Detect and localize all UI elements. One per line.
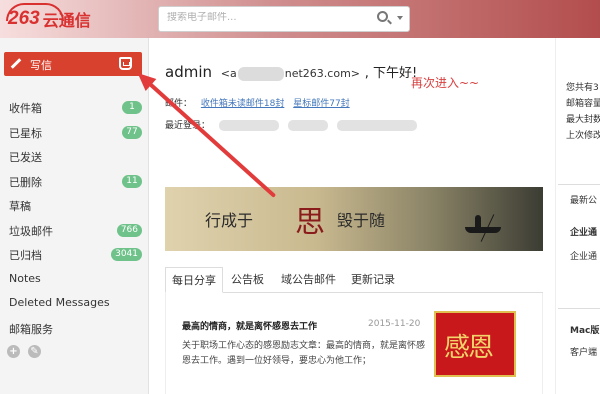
announcement-item[interactable]: 企业通: [570, 225, 597, 238]
sidebar-item-label: Deleted Messages: [9, 296, 110, 309]
sidebar-item-label: 垃圾邮件: [9, 224, 53, 238]
redacted-blur: [287, 120, 328, 131]
starred-mail-link[interactable]: 星标邮件77封: [293, 99, 349, 109]
news-item: 最高的情商，就是离怀感恩去工作 2015-11-20 关于职场工作心态的感恩励志…: [165, 293, 543, 394]
sidebar-item-mail-service[interactable]: 邮箱服务: [0, 317, 148, 342]
announcement-box: 最新公 企业通 企业通: [558, 184, 600, 262]
boatman-icon: [475, 215, 481, 227]
tab-domain-announcement[interactable]: 域公告邮件: [275, 267, 342, 293]
right-panel: 您共有3 邮箱容量 最大封数 上次修改 最新公 企业通 企业通 Mac版 客户端: [555, 38, 600, 394]
mail-summary: 邮件： 收件箱未读邮件18封 星标邮件77封: [165, 96, 350, 109]
tab-bar: 每日分享 公告板 域公告邮件 更新记录: [165, 267, 543, 293]
announcement-title: 最新公: [570, 196, 598, 206]
client-box: Mac版 客户端: [558, 308, 600, 394]
count-badge: 3041: [111, 248, 142, 261]
banner-image[interactable]: 行成于 思 毁于随: [165, 187, 543, 251]
count-badge: 77: [122, 125, 142, 139]
logo-cloud-icon: [6, 3, 64, 21]
news-title[interactable]: 最高的情商，就是离怀感恩去工作: [182, 319, 317, 332]
sidebar-item-deleted-messages[interactable]: Deleted Messages: [0, 292, 148, 317]
search-box[interactable]: [158, 6, 410, 32]
sidebar-item-label: 草稿: [9, 200, 31, 213]
count-badge: 11: [122, 174, 142, 188]
sidebar-item-drafts[interactable]: 草稿: [0, 194, 148, 219]
add-icon[interactable]: +: [7, 345, 20, 358]
boat-icon: [465, 227, 501, 233]
tab-update-log[interactable]: 更新记录: [345, 267, 401, 293]
search-input[interactable]: [167, 12, 367, 23]
client-item[interactable]: 客户端: [570, 345, 597, 358]
search-icon[interactable]: [377, 11, 388, 22]
sidebar-item-label: 已删除: [9, 175, 42, 189]
redacted-blur: [237, 67, 284, 81]
wrench-icon[interactable]: ✎: [28, 345, 41, 358]
banner-seal: 思: [295, 205, 325, 240]
account-info-line: 最大封数: [566, 115, 600, 125]
sidebar-item-label: 已发送: [9, 151, 42, 164]
sidebar-tools: + ✎: [7, 345, 41, 358]
email-prefix: <a: [220, 67, 237, 80]
sidebar-item-starred[interactable]: 已星标 77: [0, 121, 148, 146]
banner-text-right: 毁于随: [337, 211, 386, 230]
chevron-down-icon[interactable]: [397, 16, 403, 20]
annotation-text: 再次进入~~: [411, 76, 480, 90]
sidebar: 写信 收件箱 1 已星标 77 已发送 已删除 11 草稿 垃圾邮件 766 已…: [0, 38, 148, 394]
sidebar-item-label: 邮箱服务: [9, 322, 53, 336]
redacted-blur: [218, 120, 279, 131]
compose-label: 写信: [30, 59, 52, 72]
news-date: 2015-11-20: [368, 319, 421, 329]
sidebar-item-deleted[interactable]: 已删除 11: [0, 170, 148, 195]
count-badge: 766: [116, 223, 142, 237]
sidebar-item-label: 已星标: [9, 126, 42, 140]
sidebar-item-spam[interactable]: 垃圾邮件 766: [0, 219, 148, 244]
announcement-item[interactable]: 企业通: [570, 249, 597, 262]
inbox-icon[interactable]: [119, 57, 132, 70]
tab-bulletin[interactable]: 公告板: [225, 267, 270, 293]
sidebar-item-notes[interactable]: Notes: [0, 268, 148, 293]
sidebar-item-label: Notes: [9, 271, 41, 285]
pen-icon: [10, 58, 22, 69]
top-bar: 263 云通信: [0, 0, 600, 38]
greeting-user: admin: [165, 63, 212, 81]
banner-text-left: 行成于: [205, 211, 254, 230]
sidebar-item-sent[interactable]: 已发送: [0, 145, 148, 170]
news-image[interactable]: 感恩: [434, 311, 516, 377]
folder-list: 收件箱 1 已星标 77 已发送 已删除 11 草稿 垃圾邮件 766 已归档 …: [0, 96, 148, 341]
account-info-line: 您共有3: [566, 83, 599, 93]
client-title[interactable]: Mac版: [570, 323, 599, 336]
email-suffix: net263.com>: [284, 67, 361, 80]
news-body: 关于职场工作心态的感恩励志文章：最高的情商，就是离怀感恩去工作。遇到一位好领导，…: [182, 341, 426, 366]
account-info-line: 邮箱容量: [566, 99, 600, 109]
news-image-text: 感恩: [444, 333, 494, 363]
greeting-hello: , 下午好!: [364, 66, 418, 81]
redacted-blur: [336, 120, 417, 131]
logo[interactable]: 263 云通信: [6, 3, 91, 31]
account-info-line: 上次修改: [566, 131, 600, 141]
compose-button[interactable]: 写信: [4, 52, 142, 76]
sidebar-item-label: 已归档: [9, 249, 42, 262]
greeting-email: <a net263.com>: [220, 67, 361, 81]
account-info: 您共有3 邮箱容量 最大封数 上次修改: [566, 80, 600, 144]
count-badge: 1: [122, 101, 142, 114]
main-content: admin <a net263.com> , 下午好! 再次进入~~ 邮件： 收件…: [149, 38, 555, 394]
greeting: admin <a net263.com> , 下午好!: [165, 62, 417, 81]
sidebar-item-inbox[interactable]: 收件箱 1: [0, 96, 148, 121]
unread-mail-link[interactable]: 收件箱未读邮件18封: [201, 99, 284, 109]
tab-daily-share[interactable]: 每日分享: [165, 267, 223, 293]
sidebar-item-archived[interactable]: 已归档 3041: [0, 243, 148, 268]
sidebar-item-label: 收件箱: [9, 102, 42, 115]
